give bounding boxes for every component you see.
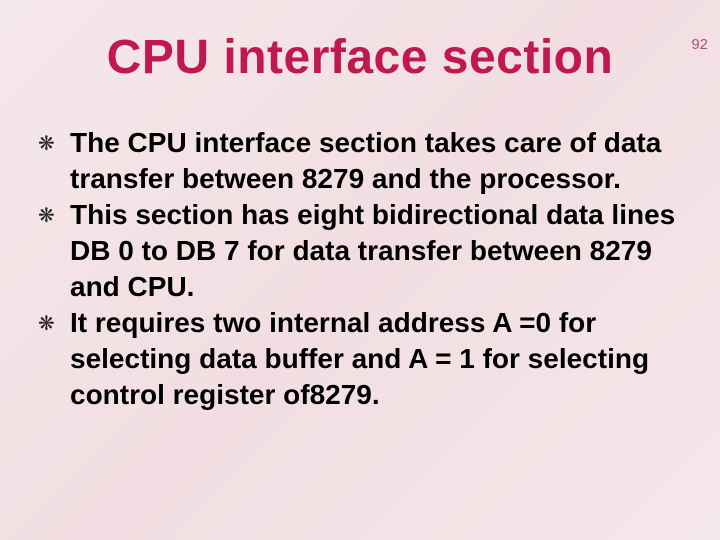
list-item: ❋ This section has eight bidirectional d…	[34, 197, 686, 305]
bullet-icon: ❋	[34, 125, 70, 163]
page-number: 92	[691, 36, 708, 53]
list-item: ❋ It requires two internal address A =0 …	[34, 305, 686, 413]
bullet-text: This section has eight bidirectional dat…	[70, 197, 686, 305]
bullet-text: The CPU interface section takes care of …	[70, 125, 686, 197]
bullet-text: It requires two internal address A =0 fo…	[70, 305, 686, 413]
bullet-icon: ❋	[34, 305, 70, 343]
slide-title: CPU interface section	[0, 30, 720, 85]
list-item: ❋ The CPU interface section takes care o…	[34, 125, 686, 197]
bullet-list: ❋ The CPU interface section takes care o…	[34, 125, 686, 413]
bullet-icon: ❋	[34, 197, 70, 235]
